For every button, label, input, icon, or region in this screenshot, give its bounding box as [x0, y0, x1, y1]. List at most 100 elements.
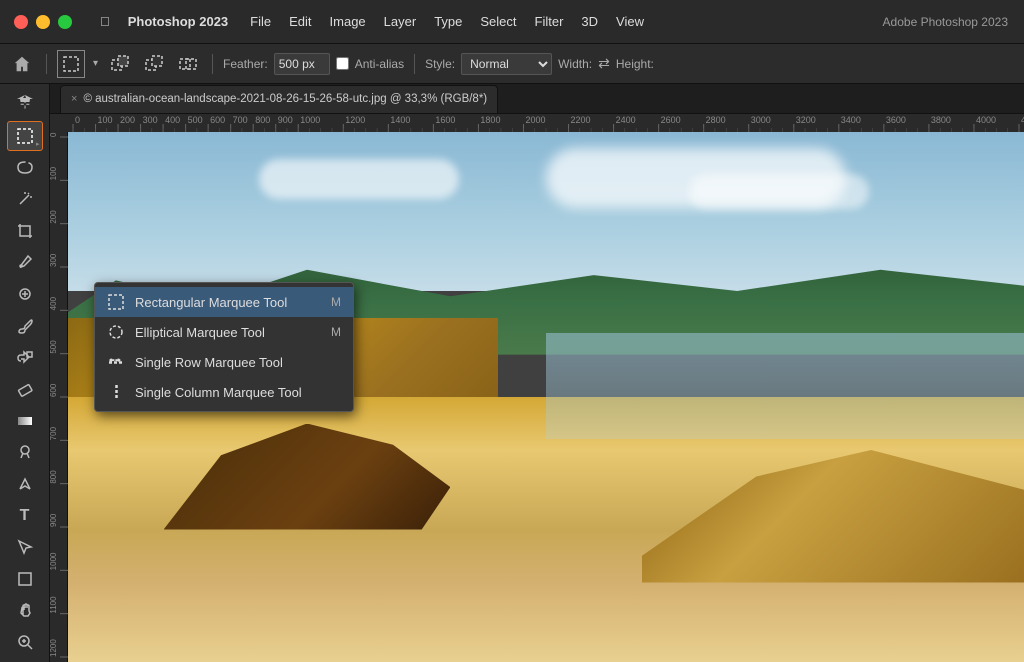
adobe-title: Adobe Photoshop 2023 [883, 15, 1008, 29]
dropdown-item-rect-shortcut: M [331, 295, 341, 309]
rect-marquee-icon [107, 293, 125, 311]
tool-spot-heal[interactable] [7, 279, 43, 309]
dropdown-item-rectangular[interactable]: Rectangular Marquee Tool M [95, 287, 353, 317]
menu-image[interactable]: Image [322, 10, 374, 33]
svg-text:1200: 1200 [50, 639, 58, 657]
svg-text:2800: 2800 [706, 115, 726, 125]
tool-eyedropper[interactable] [7, 248, 43, 278]
svg-text:3600: 3600 [886, 115, 906, 125]
separator-3 [414, 54, 415, 74]
main-area: ⊹ ▸ [0, 84, 1024, 662]
dropdown-item-single-row[interactable]: ←→ Single Row Marquee Tool [95, 347, 353, 377]
col-marquee-icon [107, 383, 125, 401]
menu-select[interactable]: Select [472, 10, 524, 33]
ruler-vertical: 0100200300400500600700800900100011001200 [50, 132, 68, 662]
apple-menu[interactable]:  [92, 10, 118, 33]
row-marquee-icon: ←→ [107, 353, 125, 371]
tool-hand[interactable] [7, 596, 43, 626]
svg-text:0: 0 [50, 132, 58, 137]
tool-text[interactable]: T [7, 501, 43, 531]
svg-text:800: 800 [50, 470, 58, 484]
separator-2 [212, 54, 213, 74]
feather-input[interactable] [274, 53, 330, 75]
svg-text:2000: 2000 [525, 115, 545, 125]
minimize-button[interactable] [36, 15, 50, 29]
svg-text:700: 700 [50, 426, 58, 440]
maximize-button[interactable] [58, 15, 72, 29]
tool-eraser[interactable] [7, 374, 43, 404]
tool-pen[interactable] [7, 469, 43, 499]
tool-crop[interactable] [7, 216, 43, 246]
feather-label: Feather: [223, 57, 268, 71]
tool-magic-wand[interactable] [7, 184, 43, 214]
tool-clone[interactable] [7, 342, 43, 372]
svg-text:←→: ←→ [109, 357, 121, 363]
app-name: Photoshop 2023 [120, 10, 236, 33]
svg-text:3000: 3000 [751, 115, 771, 125]
svg-text:100: 100 [98, 115, 113, 125]
menu-edit[interactable]: Edit [281, 10, 319, 33]
ruler-horizontal: 0100200300400500600700800900100012001400… [50, 114, 1024, 132]
menu-3d[interactable]: 3D [573, 10, 606, 33]
tool-shape[interactable] [7, 564, 43, 594]
menu-layer[interactable]: Layer [376, 10, 425, 33]
intersect-selection-btn[interactable] [174, 50, 202, 78]
svg-text:1100: 1100 [50, 596, 58, 614]
tool-zoom[interactable] [7, 627, 43, 657]
anti-alias-label: Anti-alias [355, 57, 404, 71]
tool-path-select[interactable] [7, 532, 43, 562]
svg-text:500: 500 [188, 115, 203, 125]
tool-marquee[interactable]: ▸ [7, 121, 43, 151]
ellipse-marquee-icon [107, 323, 125, 341]
svg-text:1800: 1800 [480, 115, 500, 125]
svg-text:3400: 3400 [841, 115, 861, 125]
subtract-selection-btn[interactable] [140, 50, 168, 78]
dropdown-item-elliptical[interactable]: Elliptical Marquee Tool M [95, 317, 353, 347]
tool-move[interactable]: ⊹ [7, 89, 43, 119]
swap-button[interactable]: ⇄ [598, 55, 610, 72]
dropdown-item-rect-label: Rectangular Marquee Tool [135, 295, 287, 310]
window-controls [0, 15, 72, 29]
svg-text:3800: 3800 [931, 115, 951, 125]
tool-dodge[interactable] [7, 437, 43, 467]
menu-view[interactable]: View [608, 10, 652, 33]
toolbox: ⊹ ▸ [0, 84, 50, 662]
svg-text:⊹: ⊹ [19, 97, 29, 111]
document-tab[interactable]: × © australian-ocean-landscape-2021-08-2… [60, 85, 498, 113]
svg-text:2400: 2400 [616, 115, 636, 125]
svg-text:600: 600 [50, 383, 58, 397]
svg-text:0: 0 [75, 115, 80, 125]
style-select[interactable]: Normal Fixed Ratio Fixed Size [461, 53, 552, 75]
ruler-v-svg: 0100200300400500600700800900100011001200 [50, 132, 68, 662]
document-tab-label: © australian-ocean-landscape-2021-08-26-… [83, 93, 487, 105]
dropdown-item-col-label: Single Column Marquee Tool [135, 385, 302, 400]
home-button[interactable] [8, 50, 36, 78]
svg-text:1400: 1400 [390, 115, 410, 125]
anti-alias-checkbox[interactable] [336, 57, 349, 70]
canvas-area: × © australian-ocean-landscape-2021-08-2… [50, 84, 1024, 662]
style-label: Style: [425, 57, 455, 71]
svg-text:800: 800 [255, 115, 270, 125]
menu-filter[interactable]: Filter [527, 10, 572, 33]
add-selection-btn[interactable] [106, 50, 134, 78]
svg-text:700: 700 [233, 115, 248, 125]
tool-dropdown-menu: Rectangular Marquee Tool M Elliptical Ma… [94, 282, 354, 412]
svg-text:1000: 1000 [50, 552, 58, 570]
svg-text:500: 500 [50, 340, 58, 354]
menu-type[interactable]: Type [426, 10, 470, 33]
svg-text:1600: 1600 [435, 115, 455, 125]
height-label: Height: [616, 57, 654, 71]
svg-text:4000: 4000 [976, 115, 996, 125]
tool-arrow-marquee: ▸ [36, 140, 40, 148]
tab-bar: × © australian-ocean-landscape-2021-08-2… [50, 84, 1024, 114]
tool-gradient[interactable] [7, 406, 43, 436]
new-selection-btn[interactable] [57, 50, 85, 78]
dropdown-item-single-col[interactable]: Single Column Marquee Tool [95, 377, 353, 407]
tool-lasso[interactable] [7, 153, 43, 183]
close-button[interactable] [14, 15, 28, 29]
dropdown-item-ellipse-shortcut: M [331, 325, 341, 339]
tool-brush[interactable] [7, 311, 43, 341]
svg-text:2200: 2200 [571, 115, 591, 125]
width-label: Width: [558, 57, 592, 71]
menu-file[interactable]: File [242, 10, 279, 33]
